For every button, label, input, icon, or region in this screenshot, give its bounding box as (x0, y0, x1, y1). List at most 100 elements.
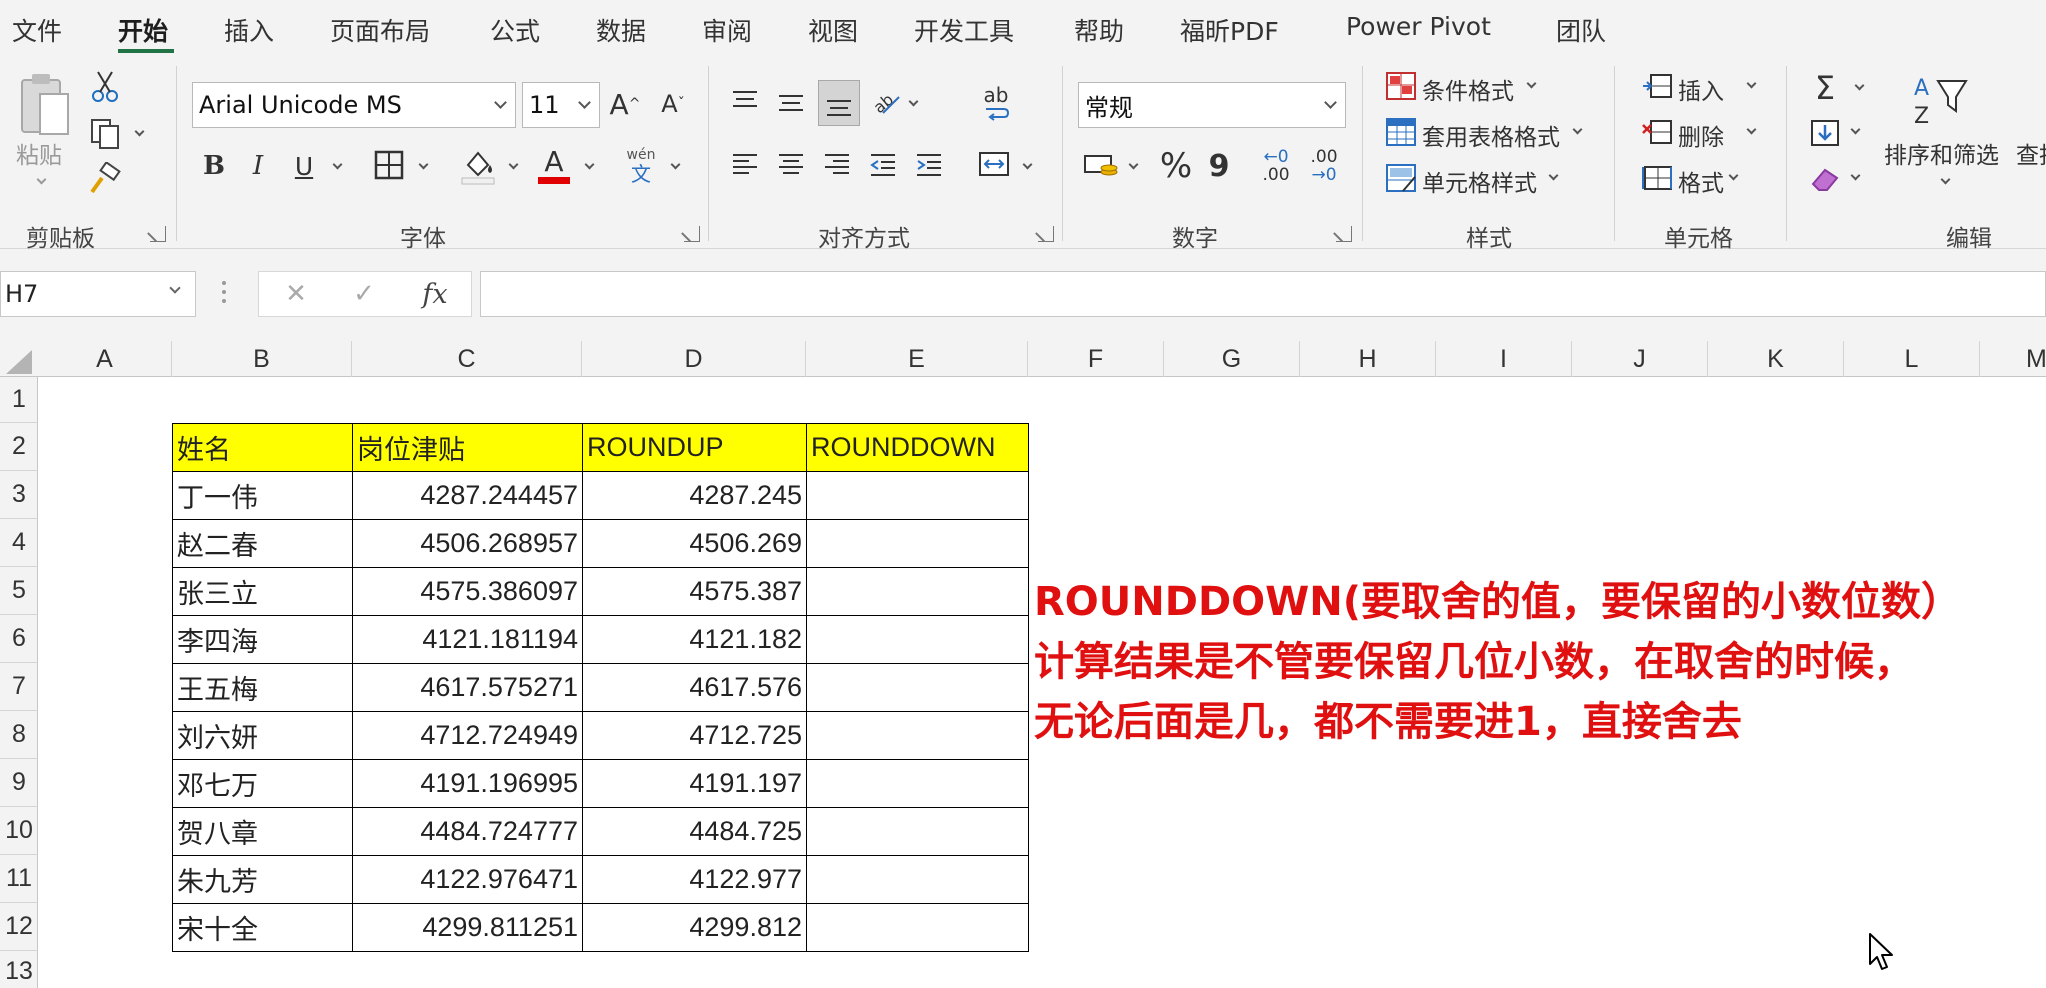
align-center-icon[interactable] (774, 144, 808, 184)
confirm-entry-icon[interactable]: ✓ (349, 278, 379, 310)
tab-help[interactable]: 帮助 (1074, 12, 1124, 48)
increase-indent-icon[interactable] (912, 144, 946, 184)
copy-icon[interactable] (88, 116, 122, 150)
cell-roundup[interactable]: 4617.576 (582, 663, 807, 712)
number-format-select[interactable]: 常规 (1078, 82, 1346, 128)
table-format-icon[interactable] (1384, 116, 1418, 148)
wrap-text-icon[interactable]: ab (976, 80, 1016, 126)
clipboard-launcher-icon[interactable] (150, 226, 166, 242)
cut-icon[interactable] (90, 70, 120, 104)
borders-icon[interactable] (372, 148, 406, 182)
conditional-dropdown-icon[interactable] (1526, 78, 1537, 89)
cell-rounddown[interactable] (806, 519, 1029, 568)
header-cell-name[interactable]: 姓名 (172, 423, 353, 472)
cell-allowance[interactable]: 4299.811251 (352, 903, 583, 952)
fill-color-icon[interactable] (458, 146, 498, 186)
tab-page-layout[interactable]: 页面布局 (330, 12, 430, 48)
cell-allowance[interactable]: 4122.976471 (352, 855, 583, 904)
column-header-k[interactable]: K (1708, 341, 1844, 377)
cell-name[interactable]: 邓七万 (172, 759, 353, 808)
cell-rounddown[interactable] (806, 903, 1029, 952)
increase-font-icon[interactable]: A ^ (606, 84, 644, 124)
cell-allowance[interactable]: 4121.181194 (352, 615, 583, 664)
cell-allowance[interactable]: 4506.268957 (352, 519, 583, 568)
delete-cells-button[interactable]: 删除 (1678, 118, 1724, 152)
cell-allowance[interactable]: 4575.386097 (352, 567, 583, 616)
increase-decimal-icon[interactable]: ←0.00 (1256, 144, 1296, 188)
insert-function-icon[interactable]: fx (415, 276, 455, 312)
cell-name[interactable]: 丁一伟 (172, 471, 353, 520)
fill-dropdown-icon[interactable] (1850, 124, 1861, 135)
delete-dropdown-icon[interactable] (1746, 124, 1757, 135)
tab-data[interactable]: 数据 (596, 12, 646, 48)
row-header-13[interactable]: 13 (0, 951, 38, 988)
clear-dropdown-icon[interactable] (1850, 170, 1861, 181)
sort-filter-button[interactable]: 排序和筛选 (1884, 136, 1999, 170)
cell-name[interactable]: 刘六妍 (172, 711, 353, 760)
cell-style-dropdown-icon[interactable] (1548, 170, 1559, 181)
autosum-dropdown-icon[interactable] (1854, 80, 1865, 91)
row-header-6[interactable]: 6 (0, 615, 38, 663)
paste-dropdown-icon[interactable] (36, 174, 47, 185)
format-cells-icon[interactable] (1640, 162, 1674, 194)
table-format-button[interactable]: 套用表格格式 (1422, 118, 1560, 152)
orientation-icon[interactable]: ab (866, 80, 906, 124)
cell-name[interactable]: 赵二春 (172, 519, 353, 568)
phonetic-dropdown-icon[interactable] (670, 159, 681, 170)
cell-rounddown[interactable] (806, 855, 1029, 904)
column-header-h[interactable]: H (1300, 341, 1436, 377)
delete-cells-icon[interactable] (1640, 116, 1674, 148)
cell-allowance[interactable]: 4617.575271 (352, 663, 583, 712)
decrease-decimal-icon[interactable]: .00 →0 (1304, 144, 1344, 188)
decrease-indent-icon[interactable] (866, 144, 900, 184)
cell-name[interactable]: 张三立 (172, 567, 353, 616)
cell-allowance[interactable]: 4484.724777 (352, 807, 583, 856)
cell-style-icon[interactable] (1384, 162, 1418, 194)
align-middle-icon[interactable] (774, 82, 808, 122)
decrease-font-icon[interactable]: Aˇ (654, 84, 692, 124)
format-dropdown-icon[interactable] (1728, 170, 1739, 181)
merge-dropdown-icon[interactable] (1022, 159, 1033, 170)
formula-input[interactable] (480, 271, 2046, 317)
tab-foxit-pdf[interactable]: 福昕PDF (1180, 12, 1279, 48)
font-launcher-icon[interactable] (684, 226, 700, 242)
accounting-format-icon[interactable] (1082, 146, 1120, 186)
row-header-9[interactable]: 9 (0, 759, 38, 807)
column-header-b[interactable]: B (172, 341, 352, 377)
row-header-5[interactable]: 5 (0, 567, 38, 615)
column-header-a[interactable]: A (38, 341, 172, 377)
tab-developer[interactable]: 开发工具 (914, 12, 1014, 48)
conditional-format-icon[interactable] (1384, 70, 1418, 102)
copy-dropdown-icon[interactable] (134, 126, 145, 137)
column-header-e[interactable]: E (806, 341, 1028, 377)
cell-roundup[interactable]: 4122.977 (582, 855, 807, 904)
font-name-select[interactable]: Arial Unicode MS (192, 82, 516, 128)
row-header-2[interactable]: 2 (0, 423, 38, 471)
column-header-g[interactable]: G (1164, 341, 1300, 377)
tab-home[interactable]: 开始 (118, 12, 168, 48)
cell-style-button[interactable]: 单元格样式 (1422, 164, 1537, 198)
find-select-button[interactable]: 查找 (2016, 136, 2046, 170)
column-header-m[interactable]: M (1980, 341, 2046, 377)
bold-icon[interactable]: B (198, 146, 230, 186)
column-header-c[interactable]: C (352, 341, 582, 377)
row-header-11[interactable]: 11 (0, 855, 38, 903)
cell-rounddown[interactable] (806, 567, 1029, 616)
insert-cells-icon[interactable] (1640, 70, 1674, 102)
cell-rounddown[interactable] (806, 663, 1029, 712)
tab-insert[interactable]: 插入 (224, 12, 274, 48)
header-cell-roundup[interactable]: ROUNDUP (582, 423, 807, 472)
cell-roundup[interactable]: 4299.812 (582, 903, 807, 952)
underline-dropdown-icon[interactable] (332, 159, 343, 170)
merge-center-icon[interactable] (974, 144, 1014, 184)
cancel-entry-icon[interactable]: ✕ (281, 278, 311, 310)
font-size-select[interactable]: 11 (522, 82, 600, 128)
formula-bar-grip-icon[interactable] (222, 281, 226, 307)
header-cell-rounddown[interactable]: ROUNDDOWN (806, 423, 1029, 472)
row-header-12[interactable]: 12 (0, 903, 38, 951)
cell-allowance[interactable]: 4712.724949 (352, 711, 583, 760)
accounting-dropdown-icon[interactable] (1128, 159, 1139, 170)
cell-rounddown[interactable] (806, 759, 1029, 808)
name-box-dropdown-icon[interactable] (169, 282, 181, 294)
underline-icon[interactable]: U (288, 146, 320, 186)
